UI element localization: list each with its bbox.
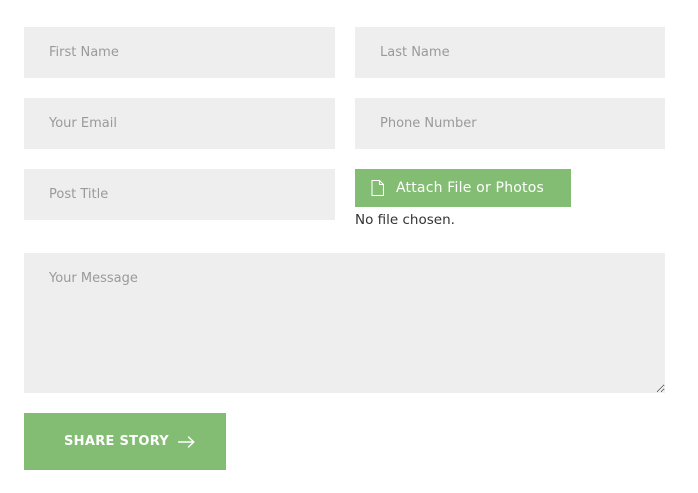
arrow-right-icon [178,435,195,448]
first-name-field[interactable] [24,27,335,78]
share-story-label: SHARE STORY [64,434,170,449]
attach-file-label: Attach File or Photos [396,180,544,196]
attach-file-button[interactable]: Attach File or Photos [355,169,571,207]
last-name-field[interactable] [355,27,665,78]
post-title-field[interactable] [24,169,335,220]
email-field[interactable] [24,98,335,149]
share-story-button[interactable]: SHARE STORY [24,413,226,470]
phone-number-field[interactable] [355,98,665,149]
message-field[interactable] [24,253,665,393]
file-icon [371,180,384,196]
file-status-text: No file chosen. [355,212,455,228]
